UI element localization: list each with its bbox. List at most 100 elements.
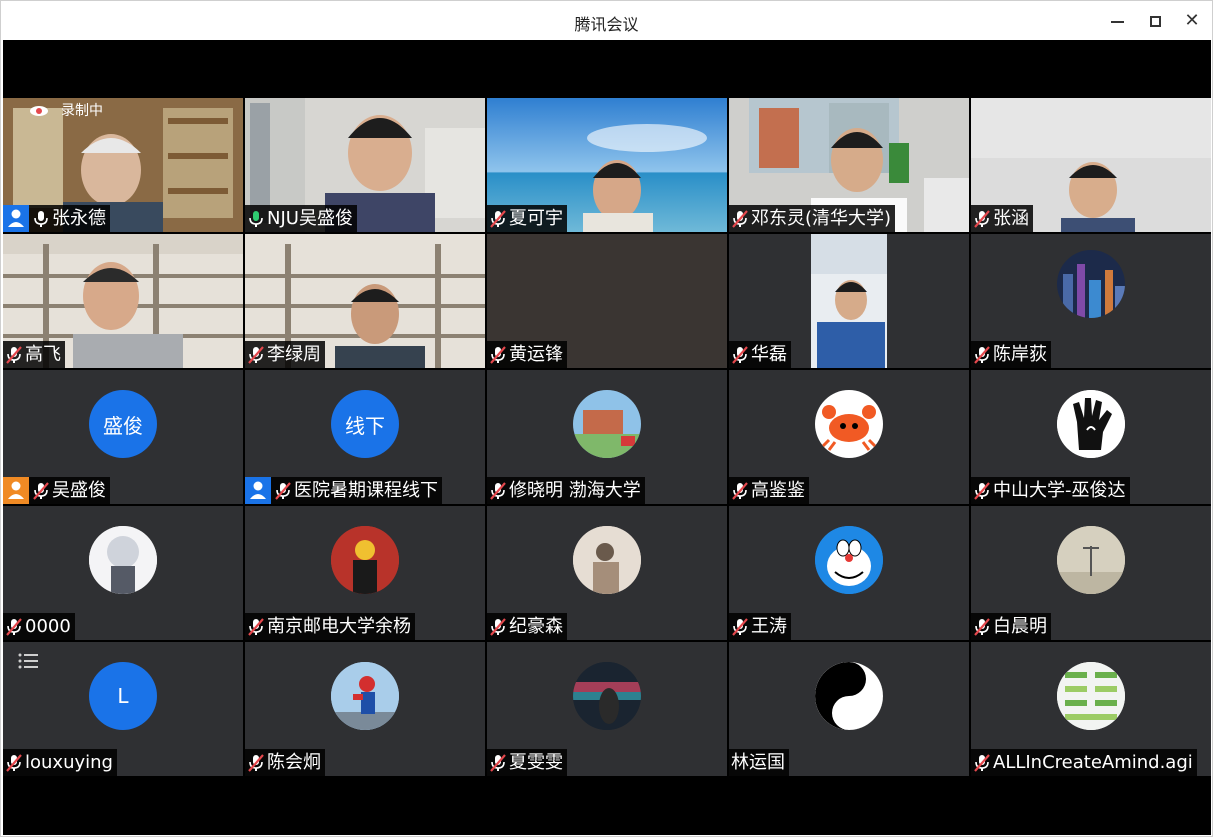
participant-tile-6[interactable]: 李绿周 [245,234,485,368]
participant-name: 李绿周 [267,344,321,365]
mic-muted-icon [974,209,990,228]
meeting-window: 腾讯会议 ✕ 录制中 张永德 NJU吴盛俊 夏可宇 邓东灵(清华大学) 张涵 高… [0,0,1213,837]
participant-name: 陈岸荻 [993,344,1047,365]
mic-muted-icon [490,209,506,228]
participant-label: 夏雯雯 [487,749,567,776]
participant-name: 中山大学-巫俊达 [993,480,1126,501]
participant-label: 夏可宇 [487,205,567,232]
participant-tile-7[interactable]: 黄运锋 [487,234,727,368]
participant-avatar [1057,250,1125,318]
minimize-button[interactable] [1105,9,1129,33]
participant-label: 纪豪森 [487,613,567,640]
participant-name: 陈会炯 [267,752,321,773]
spiderman-icon [331,662,399,730]
participant-grid: 录制中 张永德 NJU吴盛俊 夏可宇 邓东灵(清华大学) 张涵 高飞 李绿周 黄… [3,98,1211,778]
participant-name: NJU吴盛俊 [267,208,353,229]
mic-active-icon [249,210,263,227]
window-title: 腾讯会议 [574,15,639,34]
participant-avatar [815,662,883,730]
participant-label: 高飞 [3,341,65,368]
host-badge-icon [245,477,271,504]
mic-muted-icon [490,617,506,636]
mic-muted-icon [974,481,990,500]
mic-muted-icon [490,481,506,500]
participant-tile-13[interactable]: 高鉴鉴 [729,370,969,504]
mic-muted-icon [732,209,748,228]
participant-avatar [331,526,399,594]
mindmap-icon [1057,662,1125,730]
participant-tile-0[interactable]: 录制中 张永德 [3,98,243,232]
participant-name: 邓东灵(清华大学) [751,208,892,229]
participant-avatar: L [89,662,157,730]
participant-label: louxuying [3,749,117,776]
participant-label: 陈会炯 [245,749,325,776]
participant-label: 医院暑期课程线下 [245,477,442,504]
participant-tile-17[interactable]: 纪豪森 [487,506,727,640]
participant-tile-16[interactable]: 南京邮电大学余杨 [245,506,485,640]
city-photo-icon [1057,250,1125,318]
mic-muted-icon [974,345,990,364]
participant-avatar [89,526,157,594]
mic-muted-icon [248,345,264,364]
person-photo-icon [573,526,641,594]
participant-avatar [1057,526,1125,594]
participant-label: 陈岸荻 [971,341,1051,368]
anime-avatar-icon [89,526,157,594]
mic-muted-icon [248,617,264,636]
participant-label: NJU吴盛俊 [245,205,357,232]
participant-avatar: 盛俊 [89,390,157,458]
mic-muted-icon [6,753,22,772]
mic-muted-icon [732,345,748,364]
participant-avatar [1057,662,1125,730]
participant-tile-12[interactable]: 修晓明 渤海大学 [487,370,727,504]
participant-tile-2[interactable]: 夏可宇 [487,98,727,232]
video-stage: 录制中 张永德 NJU吴盛俊 夏可宇 邓东灵(清华大学) 张涵 高飞 李绿周 黄… [3,40,1211,835]
participant-tile-14[interactable]: 中山大学-巫俊达 [971,370,1211,504]
participant-tile-1[interactable]: NJU吴盛俊 [245,98,485,232]
participant-label: 王涛 [729,613,791,640]
list-icon [18,653,38,669]
participant-list-button[interactable] [7,643,49,679]
participant-label: 邓东灵(清华大学) [729,205,896,232]
participant-tile-15[interactable]: 0000 [3,506,243,640]
mic-muted-icon [974,617,990,636]
participant-tile-22[interactable]: 夏雯雯 [487,642,727,776]
participant-tile-23[interactable]: 林运国 [729,642,969,776]
cloud-record-icon [30,106,48,116]
participant-label: 张涵 [971,205,1033,232]
participant-tile-10[interactable]: 盛俊 吴盛俊 [3,370,243,504]
close-icon: ✕ [1184,10,1200,31]
participant-label: 华磊 [729,341,791,368]
participant-avatar [331,662,399,730]
mic-muted-icon [490,753,506,772]
participant-tile-8[interactable]: 华磊 [729,234,969,368]
participant-tile-18[interactable]: 王涛 [729,506,969,640]
participant-name: louxuying [25,752,113,773]
participant-name: 医院暑期课程线下 [294,480,438,501]
participant-tile-9[interactable]: 陈岸荻 [971,234,1211,368]
participant-name: 王涛 [751,616,787,637]
participant-tile-5[interactable]: 高飞 [3,234,243,368]
participant-tile-21[interactable]: 陈会炯 [245,642,485,776]
participant-tile-11[interactable]: 线下 医院暑期课程线下 [245,370,485,504]
participant-label: 李绿周 [245,341,325,368]
participant-tile-3[interactable]: 邓东灵(清华大学) [729,98,969,232]
avatar-text: 盛俊 [103,413,143,438]
participant-tile-24[interactable]: ALLInCreateAmind.agi [971,642,1211,776]
participant-tile-19[interactable]: 白晨明 [971,506,1211,640]
mic-muted-icon [6,617,22,636]
participant-name: 张永德 [52,208,106,229]
avatar-text: L [117,684,129,708]
landscape-photo-icon [1057,526,1125,594]
participant-avatar [815,526,883,594]
title-bar: 腾讯会议 ✕ [1,1,1212,40]
close-button[interactable]: ✕ [1180,9,1204,33]
participant-label: 高鉴鉴 [729,477,809,504]
participant-tile-4[interactable]: 张涵 [971,98,1211,232]
mic-muted-icon [732,481,748,500]
participant-label: 林运国 [729,749,789,776]
participant-label: 白晨明 [971,613,1051,640]
maximize-button[interactable] [1143,9,1167,33]
mic-on-icon [34,210,48,227]
participant-name: 高飞 [25,344,61,365]
